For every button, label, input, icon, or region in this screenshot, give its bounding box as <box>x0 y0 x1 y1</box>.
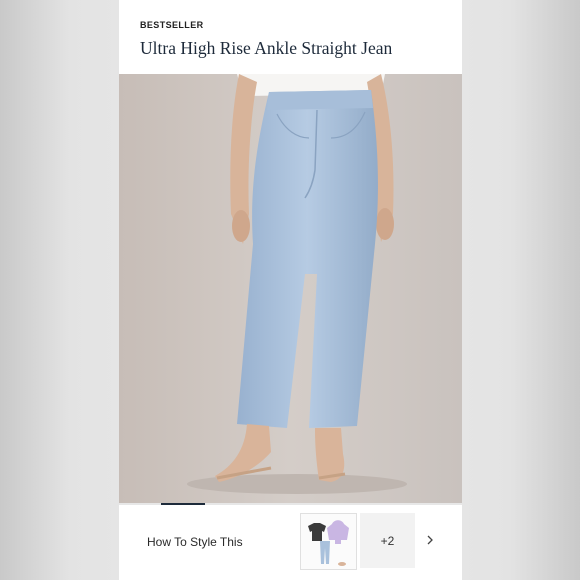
chevron-right-icon[interactable] <box>423 532 437 548</box>
chevron-right-glyph <box>427 535 433 545</box>
outfit-thumbnail[interactable] <box>300 513 357 570</box>
product-card: BESTSELLER Ultra High Rise Ankle Straigh… <box>119 0 462 580</box>
how-to-style-bar: How To Style This +2 <box>119 510 462 580</box>
more-outfits-count: +2 <box>380 533 395 548</box>
product-title: Ultra High Rise Ankle Straight Jean <box>140 38 393 58</box>
bestseller-badge: BESTSELLER <box>140 20 204 30</box>
product-image[interactable] <box>119 74 462 504</box>
model-jeans-illustration <box>119 74 462 504</box>
outfit-thumbnail-icon <box>308 520 349 566</box>
more-outfits-button[interactable]: +2 <box>360 513 415 568</box>
gallery-progress-indicator <box>161 503 205 505</box>
how-to-style-label: How To Style This <box>147 535 243 549</box>
